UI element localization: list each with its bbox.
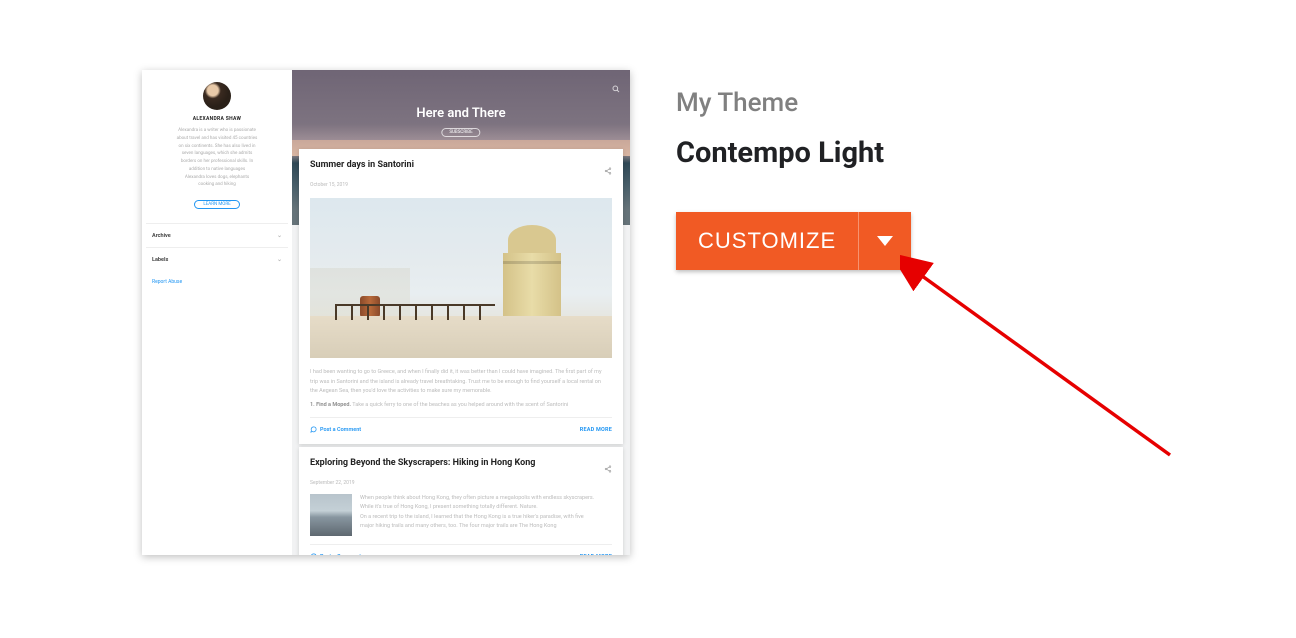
share-icon — [604, 160, 612, 179]
post-thumbnail — [310, 494, 352, 536]
post-title: Summer days in Santorini — [310, 160, 414, 170]
post-excerpt: When people think about Hong Kong, they … — [360, 494, 612, 536]
learn-more-button: LEARN MORE — [194, 200, 239, 209]
post-title: Exploring Beyond the Skyscrapers: Hiking… — [310, 458, 535, 468]
share-icon — [604, 458, 612, 477]
blog-title: Here and There — [292, 106, 630, 121]
preview-sidebar: ALEXANDRA SHAW Alexandra is a writer who… — [142, 70, 292, 555]
avatar — [203, 82, 231, 110]
theme-name: Contempo Light — [676, 136, 911, 170]
subscribe-pill: SUBSCRIBE — [441, 128, 480, 137]
customize-button-group: CUSTOMIZE — [676, 212, 911, 270]
read-more-link: READ MORE — [580, 427, 612, 433]
chevron-down-icon: ⌄ — [277, 256, 282, 263]
post-excerpt: I had been wanting to go to Greece, and … — [310, 368, 612, 409]
report-abuse-link: Report Abuse — [152, 271, 282, 285]
post-card: Summer days in Santorini October 15, 201… — [299, 149, 623, 444]
read-more-link: READ MORE — [580, 554, 612, 556]
comment-link: Post a Comment — [310, 426, 361, 433]
caret-down-icon — [877, 236, 893, 246]
chevron-down-icon: ⌄ — [277, 232, 282, 239]
customize-dropdown-button[interactable] — [858, 212, 911, 270]
author-name: ALEXANDRA SHAW — [152, 116, 282, 122]
theme-info-panel: My Theme Contempo Light CUSTOMIZE — [630, 70, 911, 555]
customize-button[interactable]: CUSTOMIZE — [676, 212, 858, 270]
sidebar-archive: Archive ⌄ — [146, 223, 288, 247]
post-card: Exploring Beyond the Skyscrapers: Hiking… — [299, 447, 623, 555]
author-bio: Alexandra is a writer who is passionate … — [152, 128, 282, 189]
my-theme-label: My Theme — [676, 88, 911, 118]
search-icon — [612, 78, 620, 97]
comment-link: Post a Comment — [310, 553, 361, 555]
post-image — [310, 198, 612, 358]
theme-preview: Here and There SUBSCRIBE ALEXANDRA SHAW … — [142, 70, 630, 555]
sidebar-labels: Labels ⌄ — [146, 247, 288, 271]
post-date: October 15, 2019 — [310, 182, 612, 188]
post-date: September 22, 2019 — [310, 480, 612, 486]
